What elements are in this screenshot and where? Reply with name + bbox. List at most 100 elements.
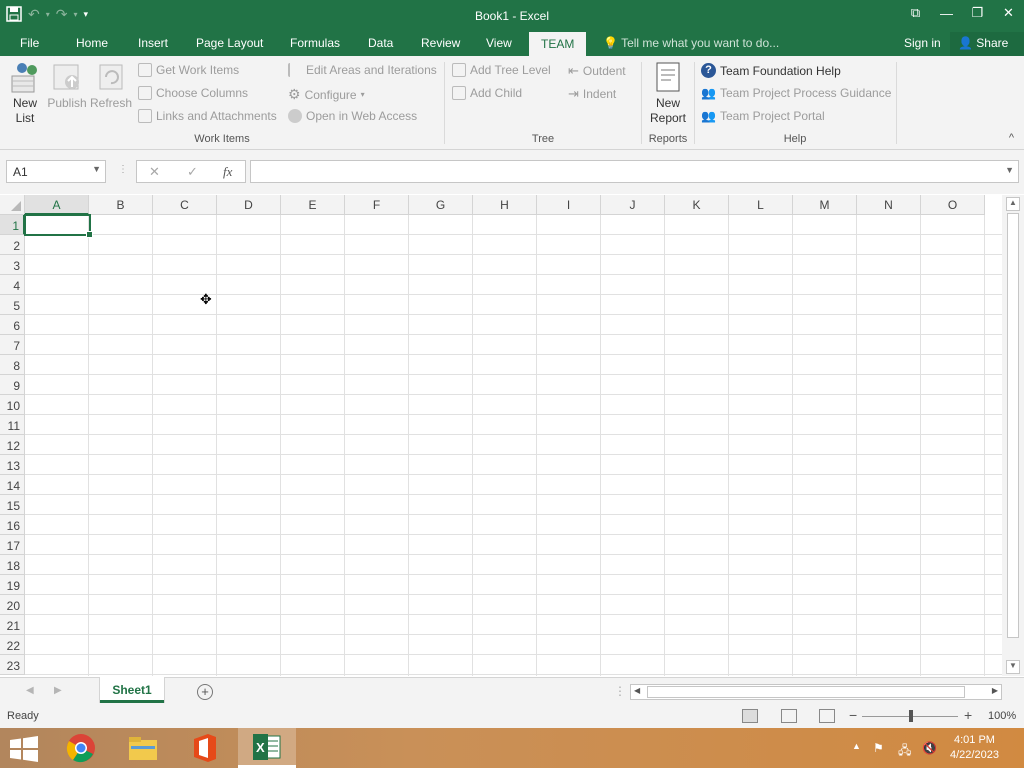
prev-sheet-button[interactable]: ◀: [26, 685, 34, 696]
sign-in-link[interactable]: Sign in: [904, 36, 941, 50]
column-header-i[interactable]: I: [537, 195, 601, 215]
volume-muted-icon[interactable]: 🔇: [922, 741, 937, 755]
links-attachments-button[interactable]: Links and Attachments: [138, 109, 277, 123]
name-box[interactable]: A1 ▼: [6, 160, 106, 183]
new-report-button[interactable]: New Report: [646, 60, 690, 126]
outdent-button[interactable]: ⇤ Outdent: [568, 63, 626, 79]
normal-view-button[interactable]: [742, 709, 758, 723]
row-header-13[interactable]: 13: [0, 455, 25, 475]
horizontal-scrollbar[interactable]: ◀ ▶: [630, 684, 1002, 700]
choose-columns-button[interactable]: Choose Columns: [138, 86, 248, 100]
enter-formula-button[interactable]: ✓: [187, 164, 198, 180]
column-header-g[interactable]: G: [409, 195, 473, 215]
add-sheet-button[interactable]: +: [197, 684, 213, 700]
project-portal-button[interactable]: 👥 Team Project Portal: [701, 109, 825, 123]
column-header-d[interactable]: D: [217, 195, 281, 215]
scroll-up-button[interactable]: ▲: [1006, 197, 1020, 211]
tell-me-search[interactable]: 💡 Tell me what you want to do...: [603, 36, 779, 50]
office-icon[interactable]: [176, 728, 234, 768]
excel-icon[interactable]: X: [238, 728, 296, 768]
next-sheet-button[interactable]: ▶: [54, 685, 62, 696]
row-header-16[interactable]: 16: [0, 515, 25, 535]
edit-areas-button[interactable]: Edit Areas and Iterations: [288, 63, 437, 77]
chrome-icon[interactable]: [52, 728, 110, 768]
row-header-17[interactable]: 17: [0, 535, 25, 555]
column-header-h[interactable]: H: [473, 195, 537, 215]
indent-button[interactable]: ⇥ Indent: [568, 86, 616, 102]
page-layout-view-button[interactable]: [781, 709, 797, 723]
zoom-slider-thumb[interactable]: [909, 710, 913, 722]
vertical-scrollbar[interactable]: ▲ ▼: [1002, 195, 1024, 676]
column-header-l[interactable]: L: [729, 195, 793, 215]
row-header-14[interactable]: 14: [0, 475, 25, 495]
row-header-18[interactable]: 18: [0, 555, 25, 575]
horizontal-scroll-thumb[interactable]: [647, 686, 965, 698]
column-header-n[interactable]: N: [857, 195, 921, 215]
minimize-button[interactable]: —: [931, 0, 962, 26]
row-header-23[interactable]: 23: [0, 655, 25, 675]
column-header-f[interactable]: F: [345, 195, 409, 215]
tab-split-grip[interactable]: ⋮: [614, 684, 626, 698]
active-cell-a1[interactable]: [24, 214, 93, 238]
formula-input[interactable]: ▼: [250, 160, 1019, 183]
zoom-out-button[interactable]: −: [849, 707, 857, 723]
scroll-right-button[interactable]: ▶: [992, 686, 998, 695]
column-header-c[interactable]: C: [153, 195, 217, 215]
windows-start-icon[interactable]: [8, 736, 40, 762]
select-all-button[interactable]: [0, 195, 25, 215]
column-header-b[interactable]: B: [89, 195, 153, 215]
row-header-19[interactable]: 19: [0, 575, 25, 595]
team-foundation-help-button[interactable]: ? Team Foundation Help: [701, 63, 841, 78]
tab-formulas[interactable]: Formulas: [290, 36, 340, 50]
zoom-level[interactable]: 100%: [988, 710, 1016, 722]
get-work-items-button[interactable]: Get Work Items: [138, 63, 239, 77]
row-header-15[interactable]: 15: [0, 495, 25, 515]
tab-data[interactable]: Data: [368, 36, 393, 50]
restore-button[interactable]: ❐: [962, 0, 993, 26]
tab-review[interactable]: Review: [421, 36, 460, 50]
formula-bar-grip[interactable]: ⋮: [118, 164, 128, 175]
collapse-ribbon-button[interactable]: ^: [1009, 132, 1014, 144]
tab-team[interactable]: TEAM: [529, 32, 587, 56]
ribbon-display-options-button[interactable]: ⧉: [900, 0, 931, 26]
expand-formula-bar-icon[interactable]: ▼: [1005, 165, 1014, 175]
tab-file[interactable]: File: [20, 36, 39, 50]
row-header-2[interactable]: 2: [0, 235, 25, 255]
chevron-down-icon[interactable]: ▼: [92, 164, 101, 174]
share-button[interactable]: 👤 Share: [950, 32, 1024, 56]
row-header-6[interactable]: 6: [0, 315, 25, 335]
column-header-m[interactable]: M: [793, 195, 857, 215]
publish-button[interactable]: Publish: [46, 60, 88, 111]
cancel-formula-button[interactable]: ✕: [149, 164, 160, 180]
sheet-tab[interactable]: Sheet1: [100, 677, 164, 703]
column-header-a[interactable]: A: [25, 195, 89, 215]
vertical-scroll-thumb[interactable]: [1007, 213, 1019, 638]
configure-button[interactable]: ⚙ Configure ▾: [288, 86, 365, 103]
row-header-21[interactable]: 21: [0, 615, 25, 635]
scroll-left-button[interactable]: ◀: [634, 686, 640, 695]
column-header-j[interactable]: J: [601, 195, 665, 215]
column-header-k[interactable]: K: [665, 195, 729, 215]
tab-page-layout[interactable]: Page Layout: [196, 36, 263, 50]
row-header-3[interactable]: 3: [0, 255, 25, 275]
show-hidden-icons-button[interactable]: ▲: [852, 741, 861, 751]
zoom-in-button[interactable]: +: [964, 707, 972, 723]
row-header-11[interactable]: 11: [0, 415, 25, 435]
row-header-12[interactable]: 12: [0, 435, 25, 455]
column-header-o[interactable]: O: [921, 195, 985, 215]
row-header-9[interactable]: 9: [0, 375, 25, 395]
row-header-5[interactable]: 5: [0, 295, 25, 315]
row-header-10[interactable]: 10: [0, 395, 25, 415]
insert-function-button[interactable]: fx: [223, 164, 232, 180]
file-explorer-icon[interactable]: [114, 728, 172, 768]
row-header-1[interactable]: 1: [0, 215, 25, 235]
add-child-button[interactable]: Add Child: [452, 86, 522, 100]
add-tree-level-button[interactable]: Add Tree Level: [452, 63, 551, 77]
close-button[interactable]: ✕: [993, 0, 1024, 26]
row-header-4[interactable]: 4: [0, 275, 25, 295]
tab-home[interactable]: Home: [76, 36, 108, 50]
action-center-flag-icon[interactable]: ⚑: [873, 741, 884, 755]
scroll-down-button[interactable]: ▼: [1006, 660, 1020, 674]
tab-view[interactable]: View: [486, 36, 512, 50]
page-break-view-button[interactable]: [819, 709, 835, 723]
